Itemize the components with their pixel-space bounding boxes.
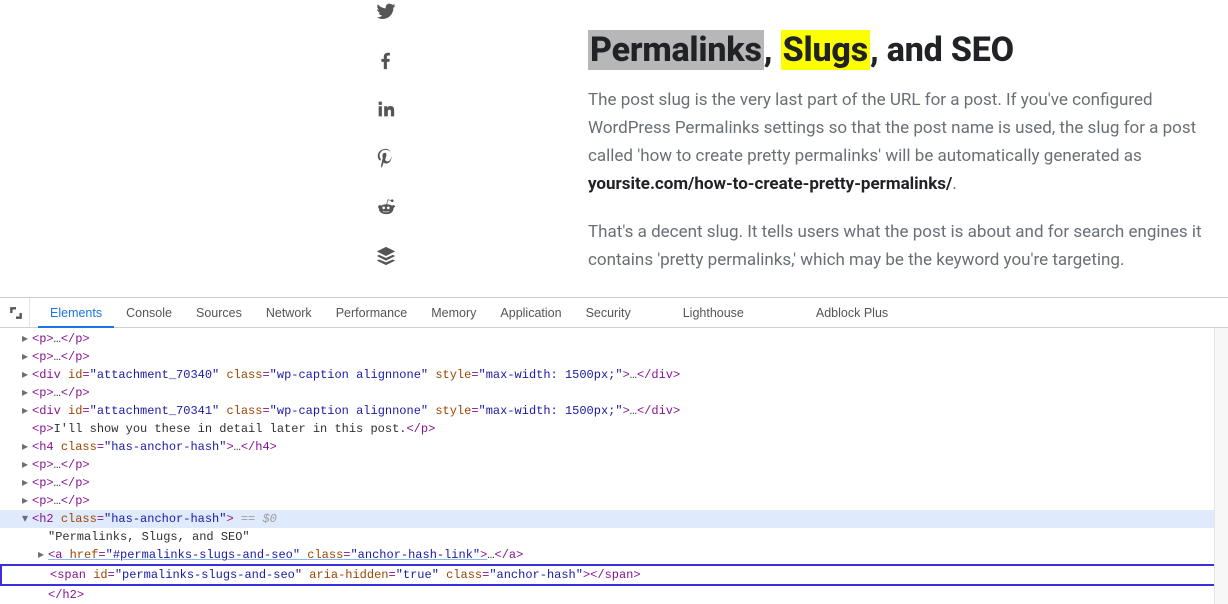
heading-highlight-grey: Permalinks (588, 30, 764, 70)
buffer-icon[interactable] (375, 245, 397, 272)
tab-security[interactable]: Security (574, 298, 643, 328)
social-share-column (366, 0, 406, 297)
article-viewport: Permalinks, Slugs, and SEO The post slug… (0, 0, 1228, 297)
tab-application[interactable]: Application (488, 298, 573, 328)
tab-lighthouse[interactable]: Lighthouse (671, 298, 756, 328)
article-heading: Permalinks, Slugs, and SEO (588, 30, 1228, 70)
dom-node-selected[interactable]: ▾<h2 class="has-anchor-hash"> == $0 (0, 510, 1228, 528)
dom-node[interactable]: ▸<p>…</p> (0, 384, 1228, 402)
inspect-icon[interactable] (8, 298, 30, 327)
linkedin-icon[interactable] (375, 98, 397, 125)
example-url: yoursite.com/how-to-create-pretty-permal… (588, 174, 952, 194)
dom-node[interactable]: ▸<div id="attachment_70341" class="wp-ca… (0, 402, 1228, 420)
dom-node[interactable]: ▸<p>…</p> (0, 492, 1228, 510)
dom-node[interactable]: <p>I'll show you these in detail later i… (0, 420, 1228, 438)
tab-adblock[interactable]: Adblock Plus (804, 298, 900, 328)
article-paragraph-1: The post slug is the very last part of t… (588, 86, 1228, 198)
facebook-icon[interactable] (375, 49, 397, 76)
devtools-panel: Elements Console Sources Network Perform… (0, 297, 1228, 604)
scrollbar-gutter[interactable] (1214, 328, 1228, 604)
twitter-icon[interactable] (375, 0, 397, 27)
dom-node[interactable]: ▸<p>…</p> (0, 456, 1228, 474)
heading-highlight-yellow: Slugs (781, 30, 870, 70)
dom-node[interactable]: ▸<h4 class="has-anchor-hash">…</h4> (0, 438, 1228, 456)
tab-console[interactable]: Console (114, 298, 184, 328)
tab-sources[interactable]: Sources (184, 298, 254, 328)
devtools-tabbar: Elements Console Sources Network Perform… (0, 298, 1228, 328)
reddit-icon[interactable] (375, 196, 397, 223)
pinterest-icon[interactable] (375, 147, 397, 174)
dom-node[interactable]: ▸<div id="attachment_70340" class="wp-ca… (0, 366, 1228, 384)
dom-node[interactable]: ▸<p>…</p> (0, 348, 1228, 366)
dom-text-node[interactable]: "Permalinks, Slugs, and SEO" (0, 528, 1228, 546)
dom-node-close[interactable]: </h2> (0, 586, 1228, 604)
dom-node[interactable]: ▸<p>…</p> (0, 474, 1228, 492)
dom-node-highlighted[interactable]: <span id="permalinks-slugs-and-seo" aria… (0, 564, 1228, 586)
dom-tree[interactable]: ▸<p>…</p> ▸<p>…</p> ▸<div id="attachment… (0, 328, 1228, 604)
article-paragraph-2: That's a decent slug. It tells users wha… (588, 218, 1228, 274)
tab-network[interactable]: Network (254, 298, 324, 328)
dom-node[interactable]: ▸<a href="#permalinks-slugs-and-seo" cla… (0, 546, 1228, 564)
tab-elements[interactable]: Elements (38, 298, 114, 328)
dom-node[interactable]: ▸<p>…</p> (0, 330, 1228, 348)
tab-memory[interactable]: Memory (419, 298, 488, 328)
email-icon[interactable] (375, 294, 397, 297)
tab-performance[interactable]: Performance (324, 298, 420, 328)
